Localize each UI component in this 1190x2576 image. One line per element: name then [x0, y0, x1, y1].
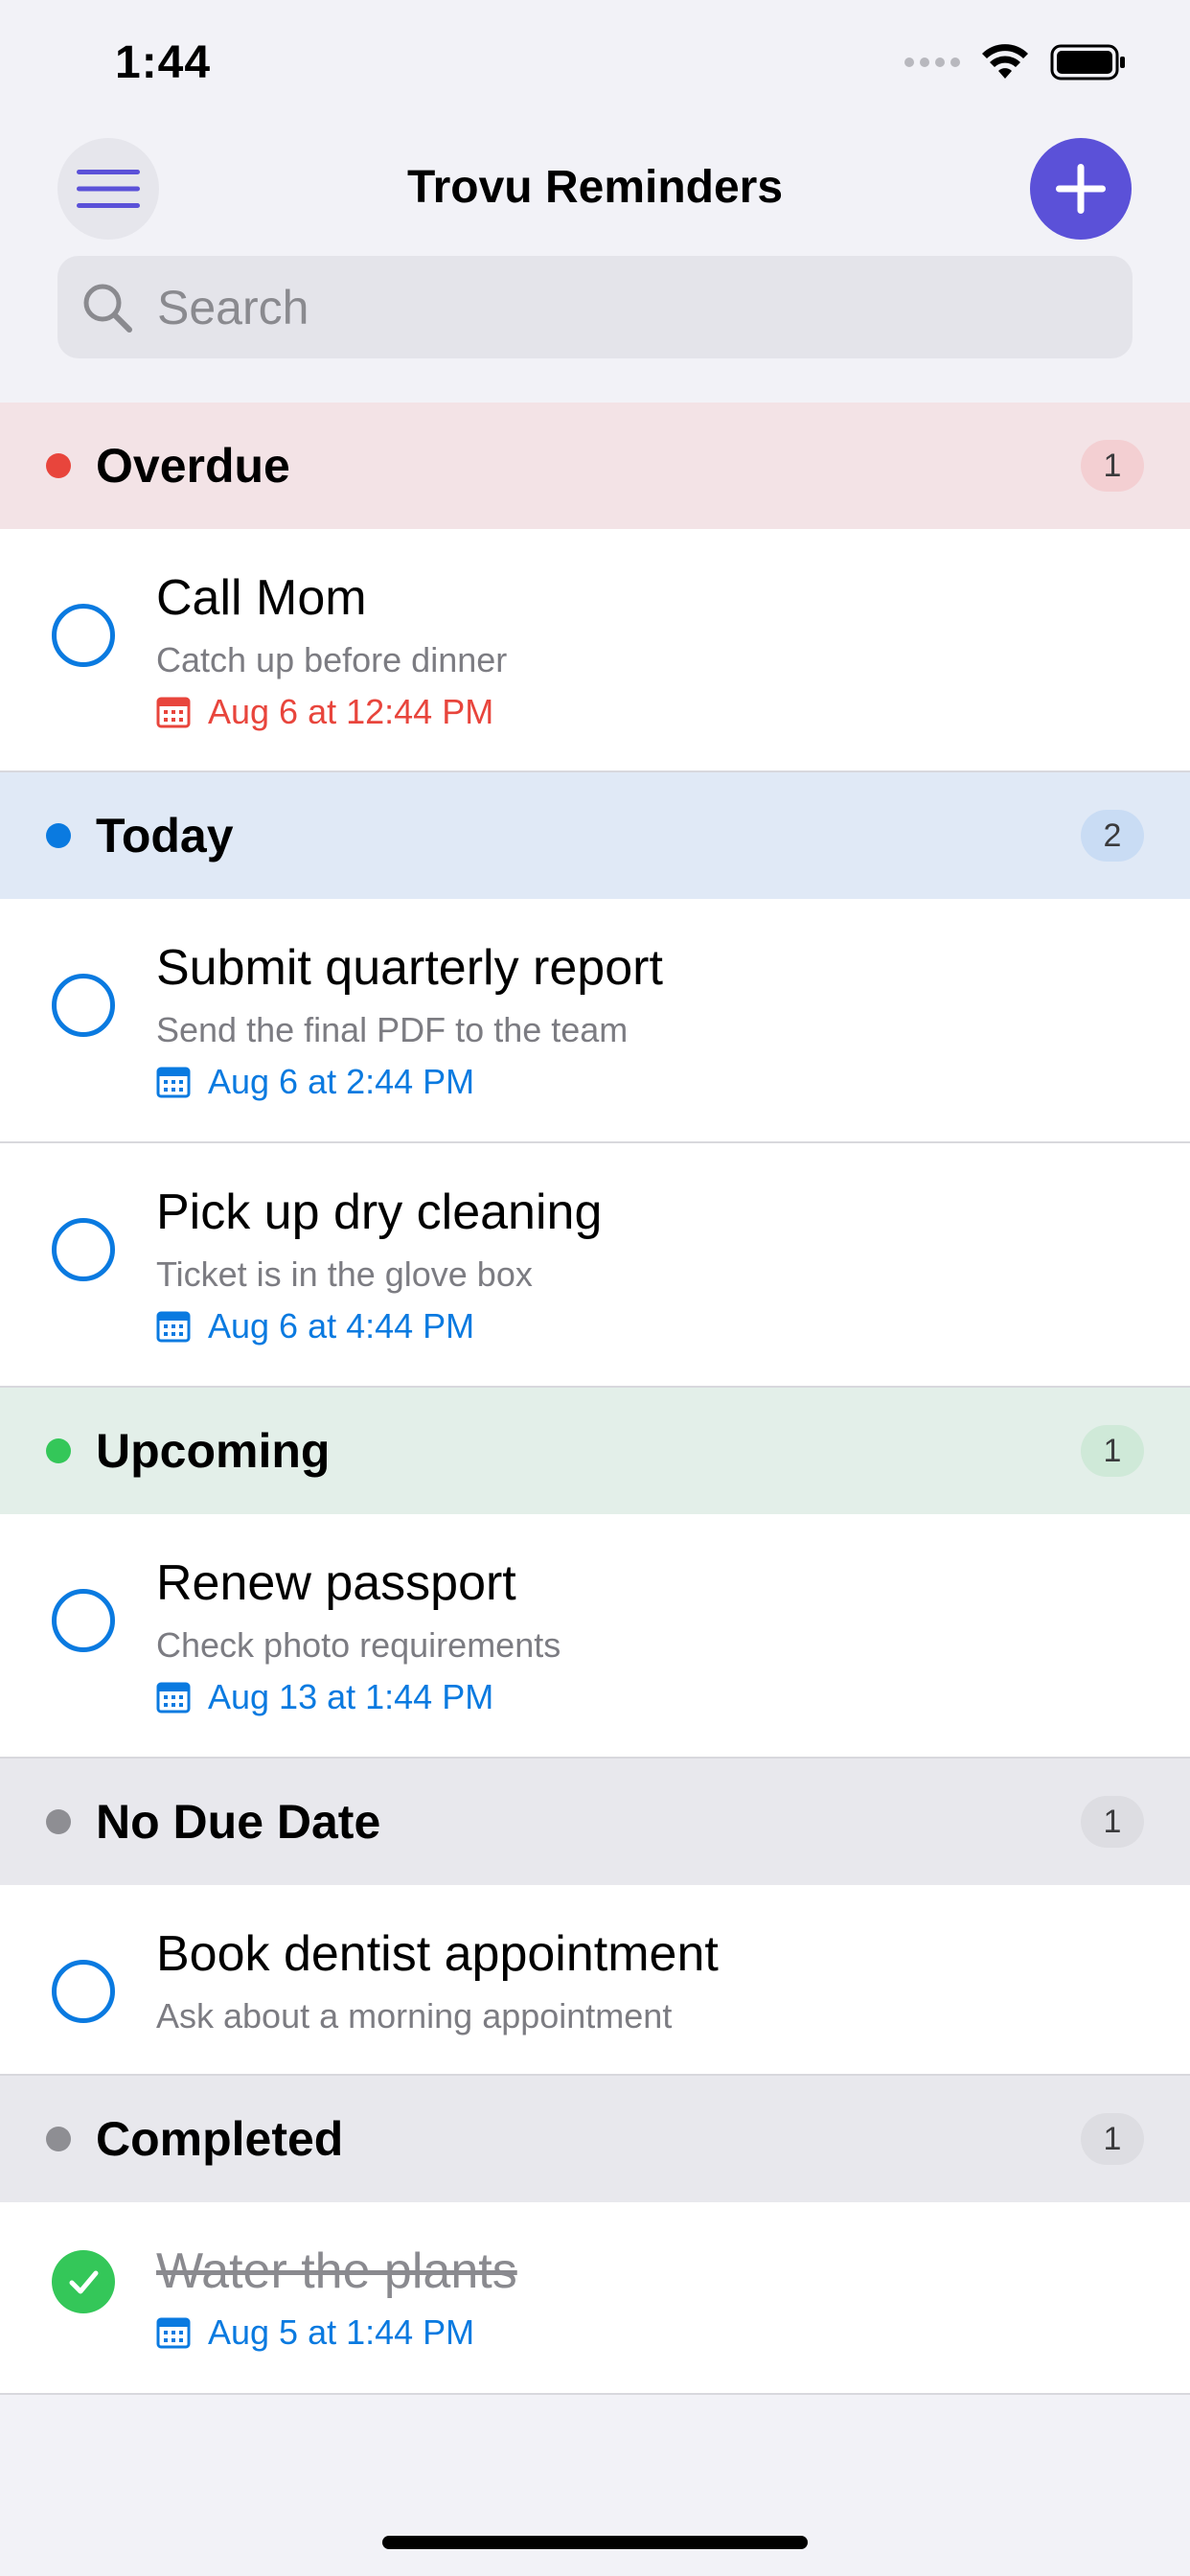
reminder-title: Book dentist appointment [156, 1926, 719, 1982]
page-title: Trovu Reminders [406, 162, 784, 213]
section-count-badge: 1 [1081, 1796, 1144, 1848]
section-header-upcoming: Upcoming 1 [0, 1388, 1190, 1514]
reminder-note: Catch up before dinner [156, 640, 508, 679]
complete-checkbox[interactable] [52, 974, 115, 1037]
reminder-title: Water the plants [156, 2243, 517, 2299]
reminder-title: Renew passport [156, 1555, 516, 1611]
reminder-note: Check photo requirements [156, 1625, 561, 1665]
due-date-text: Aug 6 at 4:44 PM [208, 1306, 475, 1346]
section-title: Completed [96, 2112, 344, 2166]
reminder-due-date: Aug 13 at 1:44 PM [156, 1677, 493, 1717]
reminder-row[interactable]: Book dentist appointment Ask about a mor… [0, 1885, 1190, 2076]
reminder-row[interactable]: Submit quarterly report Send the final P… [0, 899, 1190, 1143]
reminder-title: Submit quarterly report [156, 940, 663, 996]
reminder-row[interactable]: Pick up dry cleaning Ticket is in the gl… [0, 1143, 1190, 1388]
complete-checkbox[interactable] [52, 1589, 115, 1652]
battery-icon [1050, 44, 1125, 80]
reminder-due-date: Aug 6 at 4:44 PM [156, 1306, 474, 1346]
reminder-note: Ask about a morning appointment [156, 1996, 673, 2036]
add-reminder-button[interactable] [1030, 138, 1132, 240]
section-count-badge: 1 [1081, 440, 1144, 492]
due-date-text: Aug 6 at 12:44 PM [208, 692, 494, 731]
calendar-icon [156, 1311, 191, 1343]
status-icons [904, 44, 1127, 80]
search-bar[interactable] [57, 256, 1133, 358]
completed-dot-icon [46, 2127, 71, 2151]
section-title: Today [96, 809, 234, 862]
wifi-icon [982, 44, 1028, 79]
calendar-icon [156, 2317, 191, 2349]
search-input[interactable] [157, 279, 1019, 335]
due-date-text: Aug 6 at 2:44 PM [208, 1062, 475, 1101]
no-due-date-dot-icon [46, 1809, 71, 1834]
checkmark-icon [69, 2270, 99, 2294]
home-indicator[interactable] [382, 2536, 808, 2549]
complete-checkbox[interactable] [52, 604, 115, 667]
section-header-overdue: Overdue 1 [0, 402, 1190, 529]
search-icon [83, 284, 132, 333]
upcoming-dot-icon [46, 1438, 71, 1463]
reminder-note: Send the final PDF to the team [156, 1010, 629, 1049]
reminder-row[interactable]: Water the plants Aug 5 at 1:44 PM [0, 2202, 1190, 2395]
overdue-dot-icon [46, 453, 71, 478]
section-header-no-due-date: No Due Date 1 [0, 1759, 1190, 1885]
calendar-icon [156, 1067, 191, 1098]
calendar-icon [156, 697, 191, 728]
complete-checkbox[interactable] [52, 1218, 115, 1281]
completed-checkbox[interactable] [52, 2250, 115, 2313]
reminder-due-date: Aug 6 at 12:44 PM [156, 692, 493, 732]
reminder-due-date: Aug 6 at 2:44 PM [156, 1062, 474, 1102]
reminder-row[interactable]: Renew passport Check photo requirements … [0, 1514, 1190, 1759]
section-header-today: Today 2 [0, 772, 1190, 899]
section-count-badge: 2 [1081, 810, 1144, 862]
reminder-title: Call Mom [156, 570, 367, 626]
section-title: Overdue [96, 439, 290, 493]
section-count-badge: 1 [1081, 1425, 1144, 1477]
reminder-row[interactable]: Call Mom Catch up before dinner Aug 6 at… [0, 529, 1190, 772]
status-time: 1:44 [115, 37, 212, 88]
section-count-badge: 1 [1081, 2113, 1144, 2165]
reminder-due-date: Aug 5 at 1:44 PM [156, 2312, 474, 2353]
section-title: No Due Date [96, 1795, 381, 1849]
plus-icon [1056, 164, 1106, 214]
due-date-text: Aug 13 at 1:44 PM [208, 1677, 494, 1716]
today-dot-icon [46, 823, 71, 848]
complete-checkbox[interactable] [52, 1960, 115, 2023]
status-bar: 1:44 [0, 0, 1190, 125]
reminders-screen: 1:44 Trovu Reminders Search Overdue 1 Ca… [0, 0, 1190, 2576]
section-title: Upcoming [96, 1424, 331, 1478]
cellular-signal-icon [904, 58, 960, 67]
calendar-icon [156, 1682, 191, 1714]
section-header-completed: Completed 1 [0, 2076, 1190, 2202]
reminder-note: Ticket is in the glove box [156, 1254, 533, 1294]
due-date-text: Aug 5 at 1:44 PM [208, 2312, 475, 2352]
reminder-title: Pick up dry cleaning [156, 1184, 603, 1240]
